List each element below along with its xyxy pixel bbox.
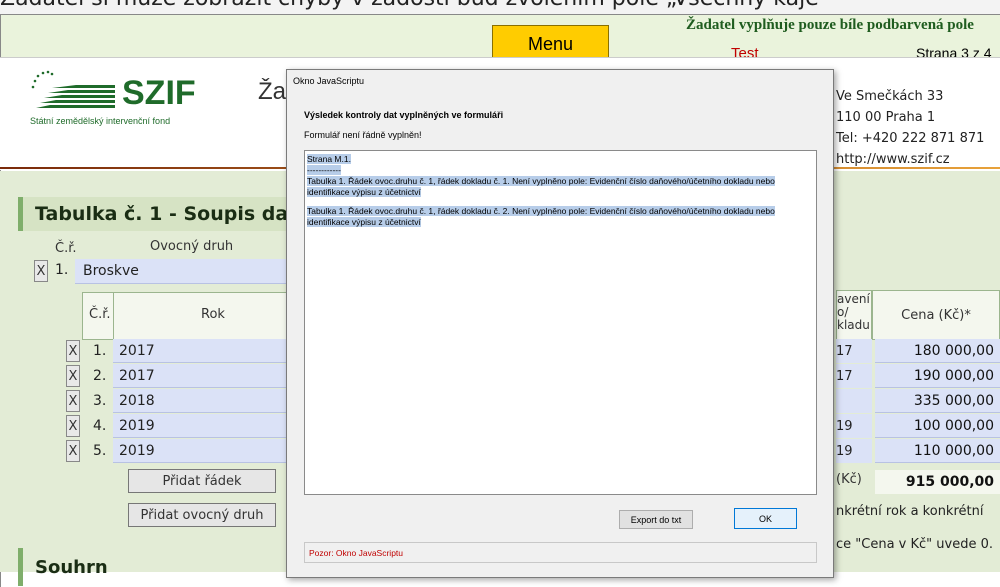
dialog-heading: Výsledek kontroly dat vyplněných ve form… xyxy=(304,110,504,120)
szif-address: Ve Smečkách 33 110 00 Praha 1 Tel: +420 … xyxy=(836,86,984,170)
validation-error: Tabulka 1. Řádek ovoc.druhu č. 1, řádek … xyxy=(307,206,775,227)
col-header-year: Rok xyxy=(201,307,225,322)
address-line: 110 00 Praha 1 xyxy=(836,110,936,125)
col-header-partial: avení o/ kladu xyxy=(836,290,872,340)
dialog-warning: Pozor: Okno JavaScriptu xyxy=(304,542,817,563)
szif-logo: SZIF Státní zemědělský intervenční fond xyxy=(30,70,230,140)
info-note: nkrétní rok a konkrétní xyxy=(836,504,984,519)
row-num: 3. xyxy=(93,393,107,409)
info-note: ce "Cena v Kč" uvede 0. xyxy=(836,537,993,552)
total-value: 915 000,00 xyxy=(875,470,1000,494)
year-field[interactable]: 2019 xyxy=(113,414,288,438)
year-field[interactable]: 2017 xyxy=(113,364,288,388)
address-line: Tel: +420 222 871 871 xyxy=(836,131,985,146)
col-header-fruit: Ovocný druh xyxy=(150,239,234,254)
add-fruit-button[interactable]: Přidat ovocný druh xyxy=(128,503,276,527)
dialog-subheading: Formulář není řádně vyplněn! xyxy=(304,130,422,140)
doc-field[interactable]: 17 xyxy=(836,364,872,388)
doc-field[interactable] xyxy=(836,389,872,413)
remove-row-button[interactable]: X xyxy=(66,415,80,437)
remove-row-button[interactable]: X xyxy=(66,440,80,462)
price-field[interactable]: 100 000,00 xyxy=(875,414,1000,438)
validation-results-textarea[interactable]: Strana M.1. ------------ Tabulka 1. Řáde… xyxy=(304,150,817,495)
table1-title: Tabulka č. 1 - Soupis daň xyxy=(18,197,288,231)
fruit-row-num: 1. xyxy=(55,262,69,278)
form-title: Ža xyxy=(258,78,287,105)
doc-field[interactable]: 19 xyxy=(836,414,872,438)
doc-field[interactable]: 17 xyxy=(836,339,872,363)
row-num: 5. xyxy=(93,443,107,459)
row-num: 1. xyxy=(93,343,107,359)
doc-field[interactable]: 19 xyxy=(836,439,872,463)
price-field[interactable]: 110 000,00 xyxy=(875,439,1000,463)
applicant-note: Žadatel vyplňuje pouze bíle podbarvená p… xyxy=(686,17,974,33)
year-field[interactable]: 2019 xyxy=(113,439,288,463)
col-header-num: Č.ř. xyxy=(55,241,77,256)
summary-title: Souhrn xyxy=(18,548,128,586)
logo-wordmark: SZIF xyxy=(122,74,196,112)
javascript-dialog: Okno JavaScriptu Výsledek kontroly dat v… xyxy=(286,69,834,578)
remove-row-button[interactable]: X xyxy=(66,365,80,387)
row-num: 4. xyxy=(93,418,107,434)
fruit-field[interactable]: Broskve xyxy=(75,259,287,284)
dialog-title: Okno JavaScriptu xyxy=(293,76,365,86)
doc-table-header: Č.ř. Rok xyxy=(82,292,288,340)
address-line: Ve Smečkách 33 xyxy=(836,89,944,104)
year-field[interactable]: 2018 xyxy=(113,389,288,413)
price-field[interactable]: 190 000,00 xyxy=(875,364,1000,388)
col-header-num: Č.ř. xyxy=(89,307,111,322)
export-txt-button[interactable]: Export do txt xyxy=(619,510,693,529)
remove-row-button[interactable]: X xyxy=(66,390,80,412)
price-field[interactable]: 335 000,00 xyxy=(875,389,1000,413)
instruction-text: Žadatel si může zobrazit chyby v žádosti… xyxy=(0,0,1000,14)
remove-fruit-button[interactable]: X xyxy=(34,260,48,282)
validation-error: Tabulka 1. Řádek ovoc.druhu č. 1, řádek … xyxy=(307,176,775,197)
remove-row-button[interactable]: X xyxy=(66,340,80,362)
col-header-price: Cena (Kč)* xyxy=(872,290,1000,340)
add-row-button[interactable]: Přidat řádek xyxy=(128,469,276,493)
logo-subtitle: Státní zemědělský intervenční fond xyxy=(30,116,171,126)
field-rows-icon xyxy=(31,70,115,108)
result-line: ------------ xyxy=(307,165,341,175)
ok-button[interactable]: OK xyxy=(734,508,797,529)
price-field[interactable]: 180 000,00 xyxy=(875,339,1000,363)
year-field[interactable]: 2017 xyxy=(113,339,288,363)
total-label: (Kč) xyxy=(836,472,862,487)
result-line: Strana M.1. xyxy=(307,154,351,164)
row-num: 2. xyxy=(93,368,107,384)
divider xyxy=(113,293,114,339)
